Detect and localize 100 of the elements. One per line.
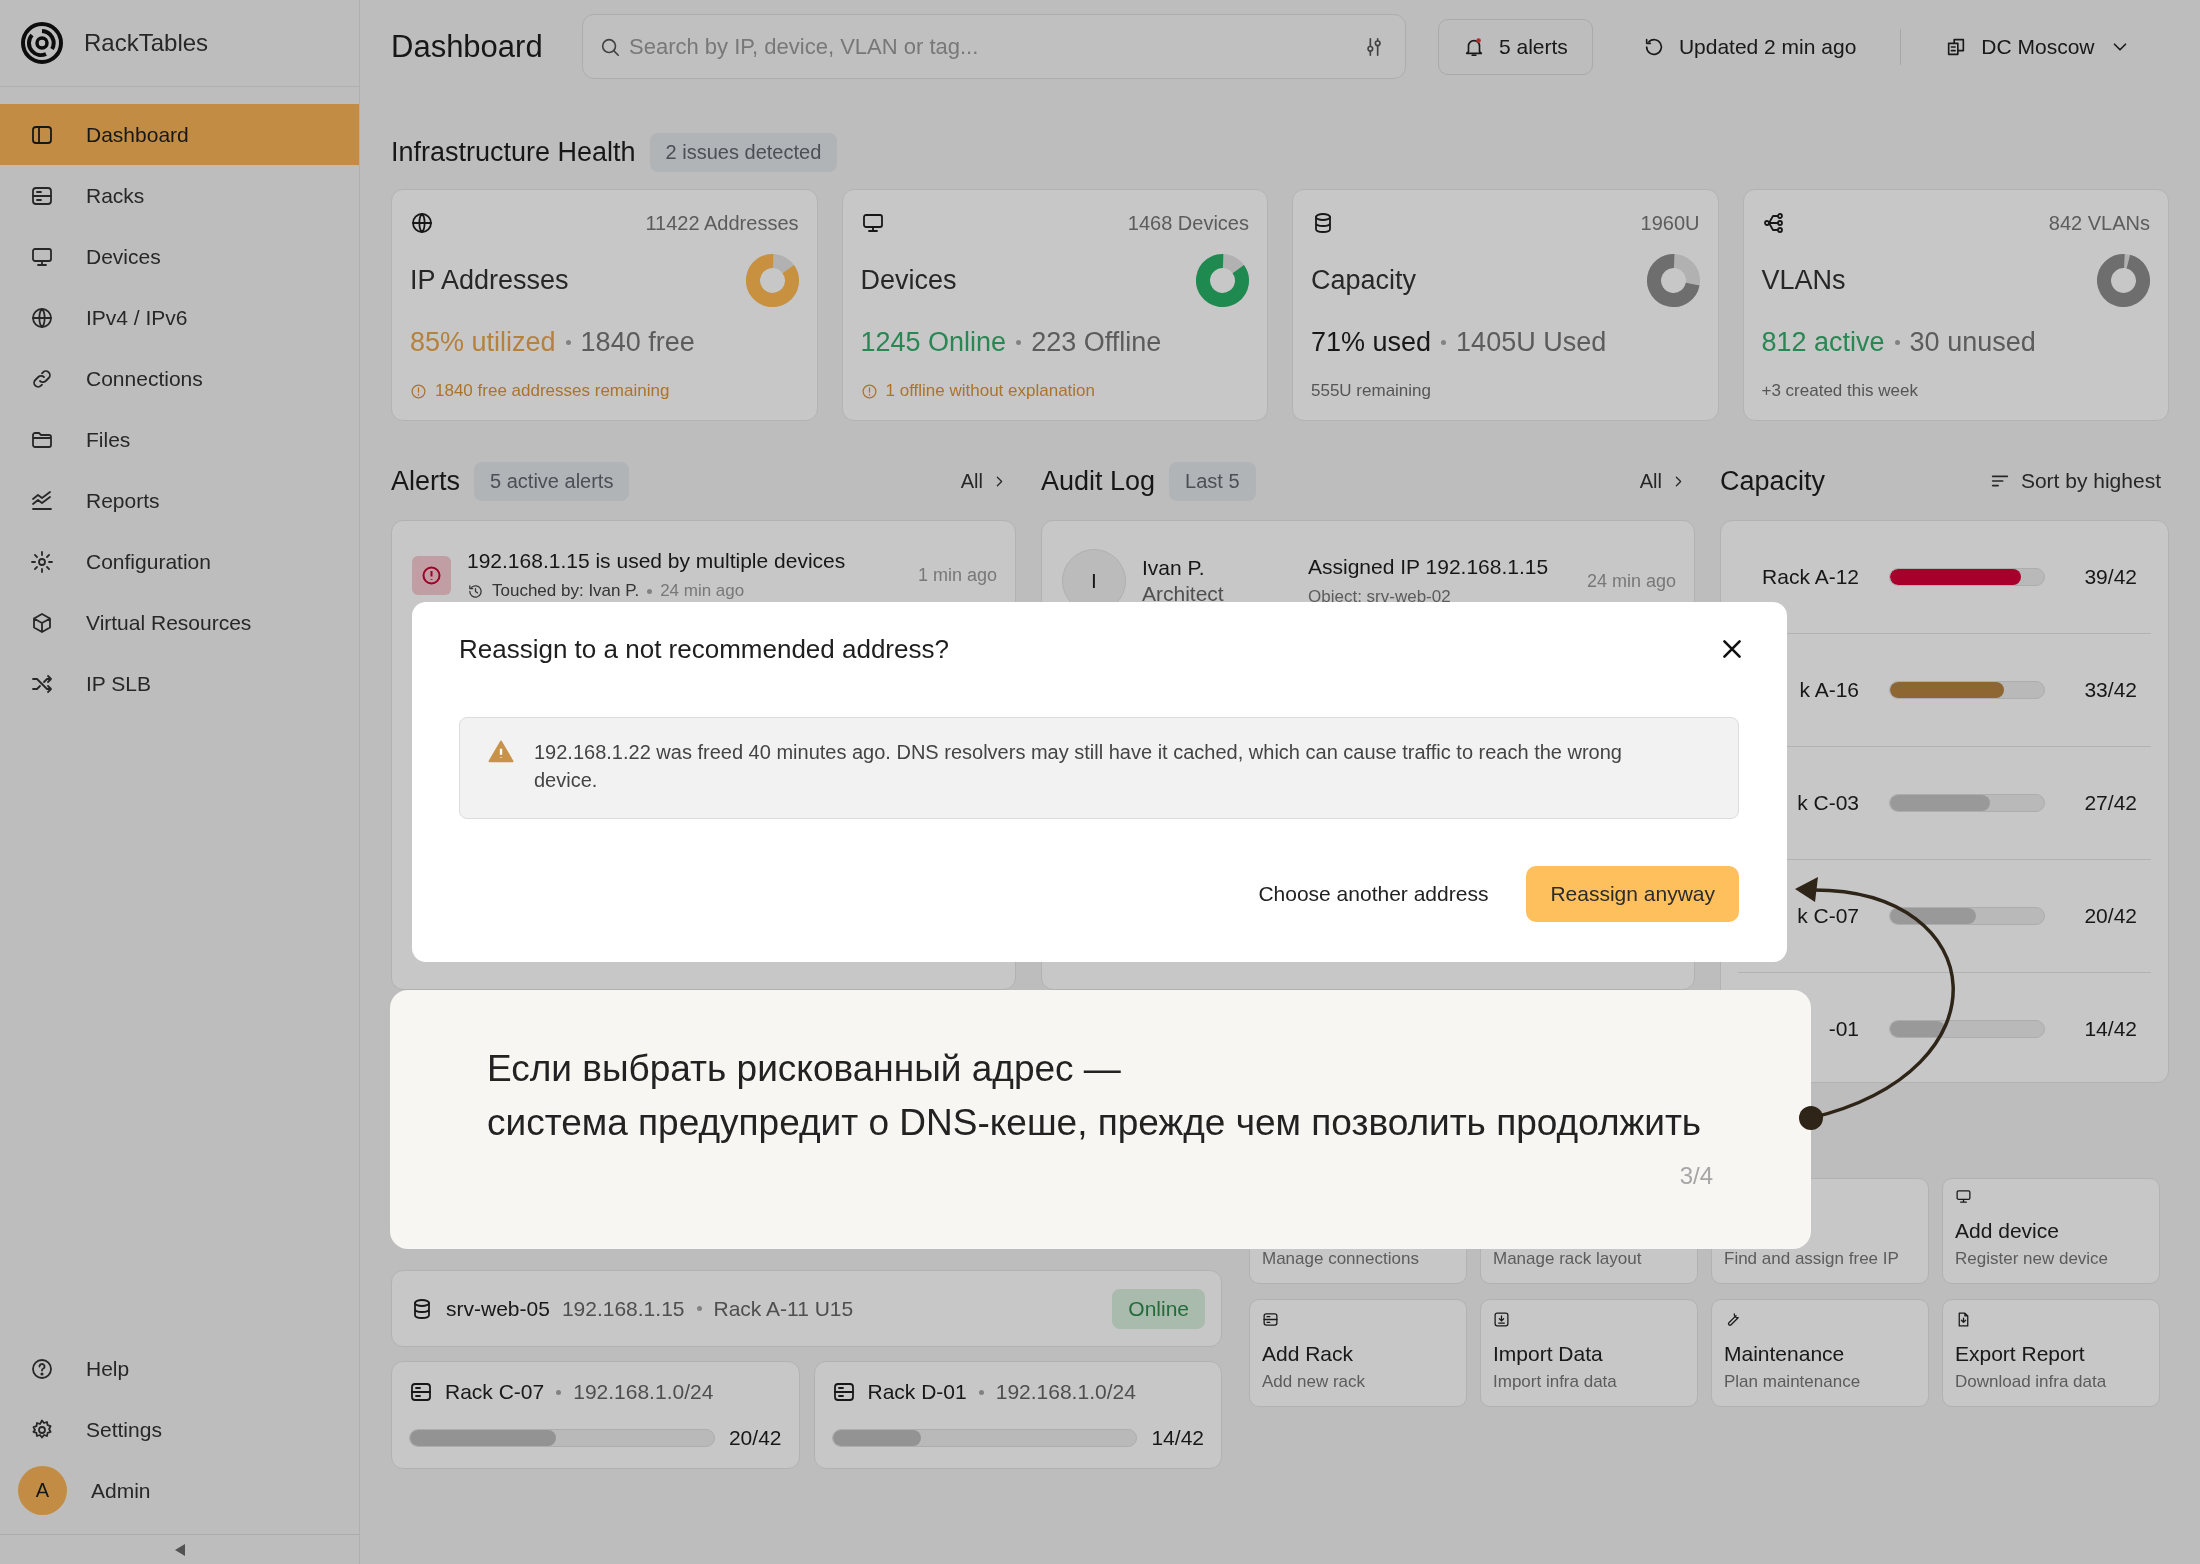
nav-item[interactable]: Configuration [0, 531, 359, 592]
quick-action-button[interactable]: Maintenance Plan maintenance [1711, 1299, 1929, 1407]
warning-icon [488, 739, 514, 765]
donut-gauge [2097, 254, 2150, 307]
device-row[interactable]: srv-web-05 192.168.1.15 Rack A-11 U15 Online [391, 1270, 1222, 1347]
nav-item[interactable]: Settings [0, 1399, 359, 1460]
nav-item[interactable]: IPv4 / IPv6 [0, 287, 359, 348]
separator-dot [978, 1389, 984, 1395]
metric-note: +3 created this week [1761, 380, 1918, 402]
separator-dot [1016, 339, 1022, 345]
metric-secondary: 30 unused [1909, 326, 2036, 359]
filter-badge: Last 5 [1169, 461, 1256, 501]
datacenter-dropdown[interactable]: DC Moscow [1931, 18, 2145, 75]
metric-title: Devices [860, 265, 957, 296]
quick-action-button[interactable]: Export Report Download infra data [1942, 1299, 2160, 1407]
monitor-icon [1955, 1188, 1972, 1205]
choose-another-button[interactable]: Choose another address [1250, 866, 1497, 922]
nav-item[interactable]: Dashboard [0, 104, 359, 165]
alert-title[interactable]: 192.168.1.15 is used by multiple devices [467, 549, 902, 573]
nav-item[interactable]: Racks [0, 165, 359, 226]
reassign-button[interactable]: Reassign anyway [1526, 866, 1739, 922]
audit-object: Object: srv-web-02 [1308, 587, 1452, 607]
rack-subnet: 192.168.1.0/24 [995, 1380, 1136, 1404]
rack-label: k A-16 [1798, 678, 1859, 702]
donut-gauge [1646, 254, 1700, 307]
alert-age: 24 min ago [660, 581, 745, 601]
nav-item[interactable]: Devices [0, 226, 359, 287]
separator-dot [696, 1306, 702, 1311]
metric-primary: 1245 Online [860, 326, 1007, 359]
nav-item[interactable]: IP SLB [0, 653, 359, 714]
server-icon [1262, 1311, 1279, 1328]
refresh-button[interactable]: Updated 2 min ago [1628, 18, 1871, 75]
sort-button[interactable]: Sort by highest [1988, 469, 2169, 493]
nav-item[interactable]: Help [0, 1338, 359, 1399]
alert-time: 1 min ago [917, 564, 997, 586]
count-badge: 5 active alerts [474, 461, 630, 501]
history-icon [467, 582, 484, 600]
page-title: Dashboard [391, 28, 544, 65]
metric-count: 11422 Addresses [645, 211, 799, 235]
metric-title: VLANs [1761, 265, 1846, 296]
rack-usage: 14/42 [1151, 1426, 1204, 1450]
metric-secondary: 1405U Used [1456, 326, 1607, 359]
metric-title: IP Addresses [410, 265, 569, 296]
metric-count: 842 VLANs [2048, 211, 2150, 235]
alert-circle-icon [410, 382, 427, 400]
rack-label: k C-07 [1796, 904, 1859, 928]
server-icon [831, 1380, 856, 1404]
separator-dot [1441, 339, 1447, 345]
quick-action-button[interactable]: Add device Register new device [1942, 1178, 2160, 1284]
separator-dot [556, 1389, 562, 1395]
download-icon [1493, 1311, 1510, 1328]
metric-secondary: 1840 free [580, 326, 695, 359]
alerts-button[interactable]: 5 alerts [1438, 18, 1593, 75]
device-name: srv-web-05 [446, 1296, 550, 1321]
search-input[interactable]: Search by IP, device, VLAN or tag... [627, 32, 1357, 61]
rack-card[interactable]: Rack C-07 192.168.1.0/24 20/42 [391, 1361, 800, 1469]
server-icon [409, 1380, 433, 1404]
metric-note: 1840 free addresses remaining [435, 380, 670, 402]
rack-usage: 27/42 [2083, 791, 2137, 815]
rack-usage: 33/42 [2083, 678, 2137, 702]
section-title: Alerts [391, 465, 461, 497]
metric-count: 1960U [1640, 211, 1700, 235]
bell-icon [1463, 35, 1485, 58]
rack-label: k C-03 [1796, 791, 1859, 815]
quick-action-button[interactable]: Add Rack Add new rack [1249, 1299, 1467, 1407]
callout-text: Если выбрать рискованный адрес — система предупредит о DNS-кеше, прежде чем позволить продолжить [487, 1047, 1703, 1145]
rack-card[interactable]: Rack D-01 192.168.1.0/24 14/42 [813, 1361, 1222, 1469]
app-logo [20, 21, 64, 65]
view-all-link[interactable]: All [960, 469, 1016, 493]
user-avatar[interactable]: A [18, 1466, 67, 1515]
device-location: Rack A-11 U15 [713, 1296, 854, 1321]
view-all-link[interactable]: All [1639, 469, 1695, 493]
help-icon [30, 1356, 54, 1381]
audit-time: 24 min ago [1586, 570, 1676, 592]
rack-usage: 20/42 [2083, 904, 2137, 928]
warning-message: 192.168.1.22 was freed 40 minutes ago. DNS resolvers may still have it cached, which can cause traffic to reach the wrong device. [459, 717, 1739, 819]
device-ip: 192.168.1.15 [561, 1296, 685, 1321]
step-counter: 3/4 [1679, 1162, 1713, 1190]
user-name[interactable]: Admin [91, 1478, 151, 1503]
user-name: Ivan P. [1142, 555, 1206, 581]
rack-label: Rack A-12 [1761, 565, 1859, 589]
alert-icon [412, 555, 451, 595]
touched-by: Touched by: Ivan P. [492, 581, 640, 601]
network-icon [1761, 211, 1786, 235]
donut-gauge [745, 254, 799, 307]
rack-usage: 14/42 [2083, 1017, 2137, 1041]
monitor-icon [860, 211, 885, 235]
nav-item[interactable]: Virtual Resources [0, 592, 359, 653]
quick-action-button[interactable]: Import Data Import infra data [1480, 1299, 1698, 1407]
section-title: Audit Log [1041, 465, 1156, 497]
issues-badge: 2 issues detected [649, 132, 838, 172]
nav-item[interactable]: Reports [0, 470, 359, 531]
rack-usage: 20/42 [728, 1426, 782, 1450]
nav-item[interactable]: Connections [0, 348, 359, 409]
metric-count: 1468 Devices [1127, 211, 1249, 235]
nav-item[interactable]: Files [0, 409, 359, 470]
rack-usage: 39/42 [2083, 565, 2137, 589]
dialog-title: Reassign to a not recommended address? [459, 633, 949, 665]
search-field[interactable]: Search by IP, device, VLAN or tag... [582, 14, 1406, 79]
separator-dot [1894, 339, 1900, 345]
